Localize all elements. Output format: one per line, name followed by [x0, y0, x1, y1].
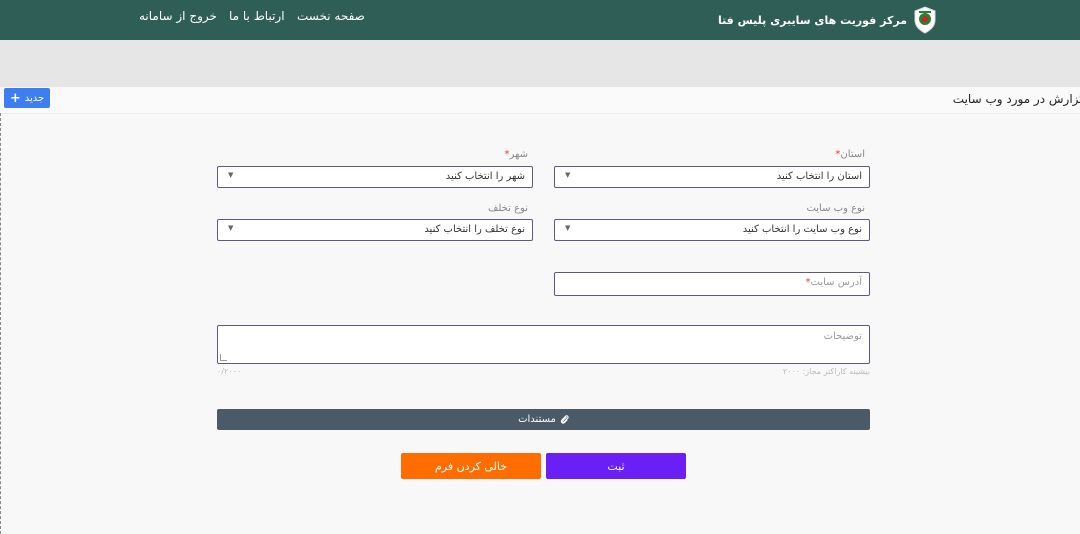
violation-type-select[interactable]: نوع تخلف را انتخاب کنید ▼	[217, 219, 533, 241]
paperclip-icon	[560, 415, 569, 424]
province-label-text: استان	[840, 149, 865, 160]
caret-down-icon: ▼	[565, 171, 571, 179]
submit-button[interactable]: ثبت	[546, 453, 686, 479]
province-select[interactable]: استان را انتخاب کنید ▼	[554, 166, 870, 188]
nav-logout-link[interactable]: خروج از سامانه	[139, 9, 217, 23]
site-type-select[interactable]: نوع وب سایت را انتخاب کنید ▼	[554, 219, 870, 241]
violation-type-select-value: نوع تخلف را انتخاب کنید	[424, 224, 525, 235]
left-edge-marker	[0, 113, 2, 534]
province-label: استان*	[835, 149, 865, 160]
new-button-label: جدید	[24, 92, 45, 104]
brand-title: مرکز فوریت های سایبری پلیس فتا	[717, 13, 907, 27]
new-button[interactable]: + جدید	[4, 88, 50, 108]
city-label-text: شهر	[509, 149, 528, 160]
police-emblem-icon	[914, 6, 936, 34]
city-label: شهر*	[504, 149, 528, 160]
description-placeholder: توضیحات	[823, 331, 862, 342]
caret-down-icon: ▼	[565, 224, 571, 232]
page-title-bar: گزارش در مورد وب سایت	[0, 87, 1080, 114]
description-max-hint: بیشینه کاراکتر مجاز: ۲۰۰۰	[782, 367, 870, 376]
city-select[interactable]: شهر را انتخاب کنید ▼	[217, 166, 533, 188]
site-address-input[interactable]: آدرس سایت*	[554, 272, 870, 296]
province-select-value: استان را انتخاب کنید	[776, 171, 862, 182]
site-address-placeholder-text: آدرس سایت	[810, 277, 862, 288]
header-spacer	[0, 40, 1080, 87]
city-select-value: شهر را انتخاب کنید	[445, 171, 525, 182]
site-type-select-value: نوع وب سایت را انتخاب کنید	[742, 224, 862, 235]
documents-attach-bar[interactable]: مستندات	[217, 409, 870, 430]
resize-handle-icon[interactable]	[220, 354, 227, 361]
documents-label: مستندات	[518, 414, 556, 425]
description-char-counter: ۰/۲۰۰۰	[217, 367, 242, 376]
brand[interactable]: مرکز فوریت های سایبری پلیس فتا	[718, 4, 937, 36]
nav-contact-link[interactable]: ارتباط با ما	[229, 9, 285, 23]
violation-type-label: نوع تخلف	[488, 203, 528, 214]
top-navbar: مرکز فوریت های سایبری پلیس فتا صفحه نخست…	[0, 0, 1080, 40]
site-type-label: نوع وب سایت	[806, 203, 865, 214]
page-title: گزارش در مورد وب سایت	[952, 92, 1080, 106]
caret-down-icon: ▼	[228, 224, 234, 232]
description-textarea[interactable]: توضیحات	[217, 325, 870, 364]
clear-form-button[interactable]: خالی کردن فرم	[401, 453, 541, 479]
plus-icon: +	[9, 90, 21, 106]
site-address-placeholder: آدرس سایت*	[806, 277, 862, 288]
caret-down-icon: ▼	[228, 171, 234, 179]
nav-home-link[interactable]: صفحه نخست	[297, 9, 365, 23]
